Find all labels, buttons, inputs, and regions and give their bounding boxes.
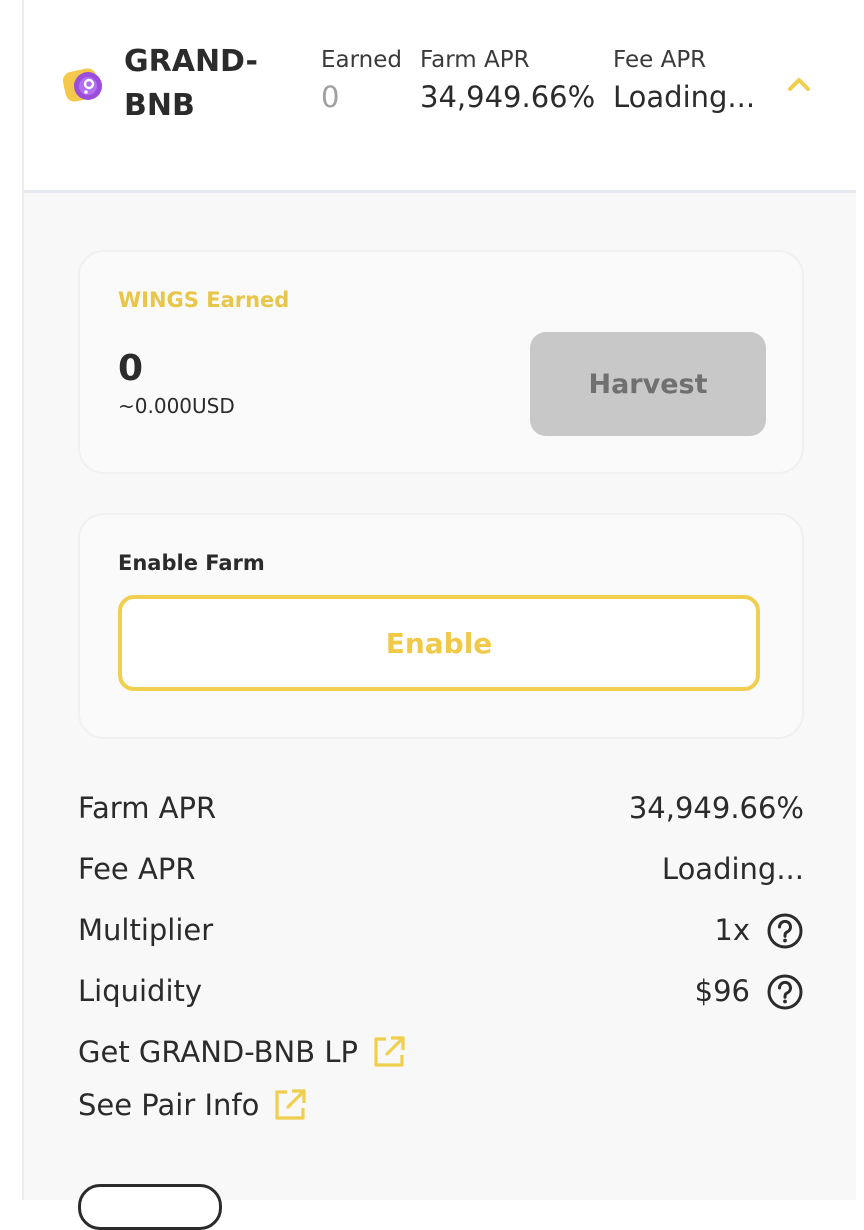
wings-earned-amount: 0 — [118, 348, 144, 389]
detail-multiplier-label: Multiplier — [78, 913, 214, 947]
token-pair-icon — [62, 64, 108, 108]
earned-column: Earned 0 — [321, 44, 402, 118]
detail-multiplier: Multiplier 1x — [78, 908, 804, 952]
detail-liquidity-value: $96 — [694, 974, 750, 1008]
farm-apr-label: Farm APR — [420, 47, 530, 73]
see-pair-info-link[interactable]: See Pair Info — [78, 1083, 307, 1127]
enable-button[interactable]: Enable — [118, 595, 760, 691]
earned-label: Earned — [321, 47, 403, 73]
fee-apr-label: Fee APR — [613, 47, 707, 73]
detail-fee-apr: Fee APR Loading... — [78, 847, 804, 891]
harvest-button[interactable]: Harvest — [530, 332, 766, 436]
fee-apr-column: Fee APR Loading... — [613, 44, 755, 118]
detail-fee-apr-label: Fee APR — [78, 852, 196, 886]
chevron-up-icon[interactable] — [786, 74, 812, 94]
detail-multiplier-value: 1x — [714, 913, 750, 947]
detail-farm-apr-label: Farm APR — [78, 791, 217, 825]
pair-name: GRAND-BNB — [124, 44, 258, 123]
detail-liquidity: Liquidity $96 — [78, 969, 804, 1013]
wings-earned-label: WINGS Earned — [118, 288, 290, 312]
enable-farm-panel: Enable Farm Enable — [78, 513, 804, 739]
harvest-panel: WINGS Earned 0 ~0.000USD Harvest — [78, 250, 804, 474]
detail-farm-apr-value: 34,949.66% — [628, 791, 804, 825]
external-link-icon — [275, 1089, 306, 1120]
earned-value: 0 — [321, 80, 340, 114]
farm-card: GRAND-BNB Earned 0 Farm APR 34,949.66% F… — [22, 0, 856, 1230]
farm-apr-column: Farm APR 34,949.66% — [420, 44, 595, 118]
get-lp-link[interactable]: Get GRAND-BNB LP — [78, 1030, 406, 1074]
bottom-tag-pill[interactable] — [78, 1184, 222, 1230]
detail-liquidity-label: Liquidity — [78, 974, 203, 1008]
farm-apr-value: 34,949.66% — [420, 80, 596, 114]
fee-apr-value: Loading... — [613, 80, 756, 114]
multiplier-help-icon[interactable] — [766, 912, 804, 950]
get-lp-link-label: Get GRAND-BNB LP — [78, 1035, 358, 1069]
farm-row-header[interactable]: GRAND-BNB Earned 0 Farm APR 34,949.66% F… — [24, 0, 856, 193]
detail-farm-apr: Farm APR 34,949.66% — [78, 786, 804, 830]
liquidity-help-icon[interactable] — [766, 973, 804, 1011]
see-pair-info-label: See Pair Info — [78, 1088, 260, 1122]
enable-farm-label: Enable Farm — [118, 551, 265, 575]
external-link-icon — [374, 1036, 405, 1067]
detail-fee-apr-value: Loading... — [661, 852, 804, 886]
wings-earned-usd: ~0.000USD — [118, 394, 235, 418]
